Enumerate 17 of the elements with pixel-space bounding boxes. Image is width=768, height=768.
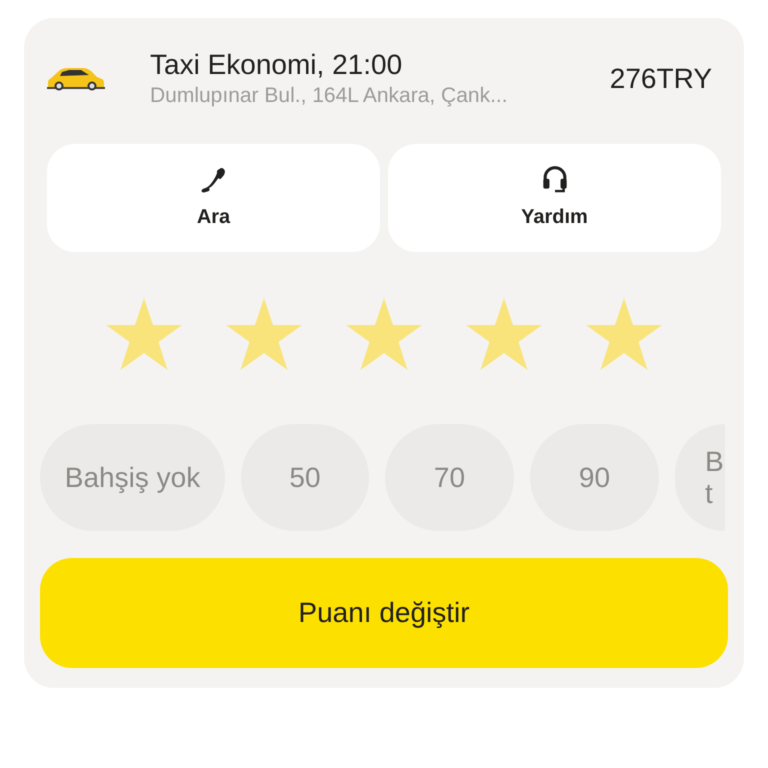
- tip-option[interactable]: 70: [385, 424, 514, 531]
- support-button[interactable]: Yardım: [388, 144, 721, 252]
- order-title: Taxi Ekonomi, 21:00: [150, 48, 404, 82]
- star-icon[interactable]: [586, 298, 662, 370]
- tip-option[interactable]: 50: [241, 424, 369, 531]
- call-button[interactable]: Ara: [47, 144, 380, 252]
- star-icon[interactable]: [106, 298, 182, 370]
- change-rating-button[interactable]: Puanı değiştir: [40, 558, 728, 668]
- star-icon[interactable]: [226, 298, 302, 370]
- tip-option[interactable]: B t: [675, 424, 725, 531]
- car-icon: [47, 66, 105, 92]
- star-icon[interactable]: [346, 298, 422, 370]
- tip-option[interactable]: Bahşiş yok: [40, 424, 225, 531]
- order-address: Dumlupınar Bul., 164L Ankara, Çank...: [150, 83, 509, 109]
- order-price: 276TRY: [610, 62, 712, 96]
- tip-option[interactable]: 90: [530, 424, 659, 531]
- star-icon[interactable]: [466, 298, 542, 370]
